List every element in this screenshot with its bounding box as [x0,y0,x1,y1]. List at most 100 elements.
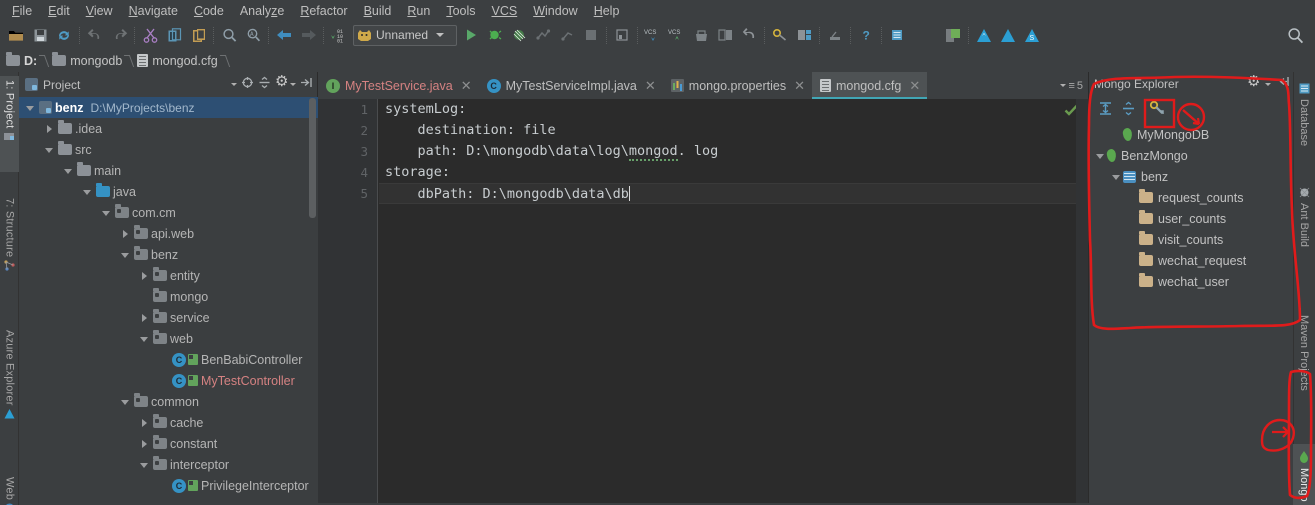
chevron-down-icon[interactable] [44,144,56,156]
code-line[interactable]: destination: file [379,120,1088,141]
chevron-down-icon[interactable] [436,33,444,37]
tree-row[interactable]: main [19,160,318,181]
left-tab-1--project[interactable]: 1: Project [0,76,19,172]
mongo-tree-row[interactable]: BenzMongo [1089,145,1294,166]
sync-refresh-icon[interactable] [52,23,76,47]
undo-icon[interactable] [83,23,107,47]
hide-panel-icon[interactable] [300,76,313,94]
tree-row[interactable]: service [19,307,318,328]
collapse-all-icon[interactable] [1118,98,1138,118]
attach-icon[interactable] [555,23,579,47]
tree-row[interactable]: src [19,139,318,160]
tree-row[interactable]: cache [19,412,318,433]
compile-icon[interactable]: 011001 [327,23,351,47]
menu-item-tools[interactable]: Tools [438,2,483,20]
chevron-down-icon[interactable] [63,165,75,177]
search-everywhere-icon[interactable] [1283,23,1307,47]
menu-item-navigate[interactable]: Navigate [121,2,186,20]
breadcrumb-item-mongodb[interactable]: mongodb [52,54,124,68]
tree-row[interactable]: web [19,328,318,349]
collapse-all-icon[interactable] [258,76,271,94]
chevron-right-icon[interactable] [139,438,151,450]
breadcrumb-item-mongod-cfg[interactable]: mongod.cfg [137,54,219,68]
tree-row[interactable]: entity [19,265,318,286]
forward-icon[interactable] [296,23,320,47]
code-line[interactable]: storage: [379,162,1088,183]
code-line[interactable]: systemLog: [379,99,1088,120]
paste-icon[interactable] [186,23,210,47]
chevron-down-icon[interactable] [1265,83,1271,86]
project-tree-scrollbar[interactable] [309,98,316,218]
chevron-right-icon[interactable] [139,312,151,324]
editor-tab-mytestserviceimpl-java[interactable]: CMyTestServiceImpl.java✕ [479,72,663,99]
diff-icon[interactable] [713,23,737,47]
mongo-tree-row[interactable]: request_counts [1089,187,1294,208]
vcs-commit-icon[interactable]: VCS [665,23,689,47]
left-tab-azure-explorer[interactable]: Azure Explorer [0,326,19,451]
tree-row[interactable]: java [19,181,318,202]
redo-icon[interactable] [107,23,131,47]
editor-tab-mytestservice-java[interactable]: IMyTestService.java✕ [318,72,479,99]
menu-item-code[interactable]: Code [186,2,232,20]
right-tab-maven-projects[interactable]: mMaven Projects [1293,292,1315,418]
azure-icon[interactable] [996,23,1020,47]
mongo-tree-row[interactable]: MyMongoDB [1089,124,1294,145]
chevron-down-icon[interactable] [139,333,151,345]
azure-sync-icon[interactable]: S [1020,23,1044,47]
back-icon[interactable] [272,23,296,47]
menu-item-refactor[interactable]: Refactor [292,2,355,20]
replace-icon[interactable]: A [241,23,265,47]
left-tab-7--structure[interactable]: 7: Structure [0,194,19,304]
chevron-down-icon[interactable] [25,102,37,114]
chevron-down-icon[interactable] [1095,150,1107,162]
close-icon[interactable]: ✕ [645,79,656,92]
tree-row[interactable]: common [19,391,318,412]
project-tree[interactable]: benzD:\MyProjects\benz.ideasrcmainjavaco… [19,97,318,505]
menu-item-window[interactable]: Window [525,2,585,20]
mongo-settings-wrench-icon[interactable] [1147,98,1167,118]
debug-icon[interactable] [483,23,507,47]
open-folder-icon[interactable] [4,23,28,47]
chevron-down-icon[interactable] [82,186,94,198]
code-line[interactable]: path: D:\mongodb\data\log\mongod. log [379,141,1088,162]
close-icon[interactable]: ✕ [794,79,805,92]
menu-item-file[interactable]: File [4,2,40,20]
find-icon[interactable] [217,23,241,47]
left-tab-web[interactable]: Web [0,473,19,505]
chevron-down-icon[interactable] [101,207,113,219]
tree-row[interactable]: .idea [19,118,318,139]
editor-body[interactable]: 12345 systemLog: destination: file path:… [318,99,1088,505]
save-green-icon[interactable] [941,23,965,47]
expand-all-icon[interactable] [1095,98,1115,118]
right-tab-mongo-explorer[interactable]: Mongo Explorer [1293,444,1315,505]
chevron-down-icon[interactable] [231,83,237,86]
profile-icon[interactable] [531,23,555,47]
tree-row[interactable]: benz [19,244,318,265]
menu-item-edit[interactable]: Edit [40,2,78,20]
run-configuration-selector[interactable]: Unnamed [353,25,457,46]
project-structure-icon[interactable] [792,23,816,47]
editor-tab-mongod-cfg[interactable]: mongod.cfg✕ [812,72,927,99]
chevron-down-icon[interactable] [120,249,132,261]
gear-icon[interactable] [275,78,288,91]
menu-item-run[interactable]: Run [399,2,438,20]
tree-row[interactable]: CBenBabiController [19,349,318,370]
save-all-icon[interactable] [28,23,52,47]
vcs-update-icon[interactable]: VCS [641,23,665,47]
revert-icon[interactable] [737,23,761,47]
tree-row[interactable]: interceptor [19,454,318,475]
menu-item-build[interactable]: Build [356,2,400,20]
mongo-tree-row[interactable]: benz [1089,166,1294,187]
menu-item-vcs[interactable]: VCS [484,2,526,20]
help-icon[interactable]: ? [854,23,878,47]
safe-delete-icon[interactable] [689,23,713,47]
tree-row[interactable]: CPrivilegeInterceptor [19,475,318,496]
editor-code[interactable]: systemLog: destination: file path: D:\mo… [379,99,1088,505]
menu-item-analyze[interactable]: Analyze [232,2,292,20]
mongo-explorer-tree[interactable]: MyMongoDBBenzMongobenzrequest_countsuser… [1089,124,1294,505]
mongo-tree-row[interactable]: user_counts [1089,208,1294,229]
deploy-up-icon[interactable] [972,23,996,47]
right-tab-ant-build[interactable]: Ant Build [1293,180,1315,270]
menu-item-help[interactable]: Help [586,2,628,20]
run-icon[interactable] [459,23,483,47]
